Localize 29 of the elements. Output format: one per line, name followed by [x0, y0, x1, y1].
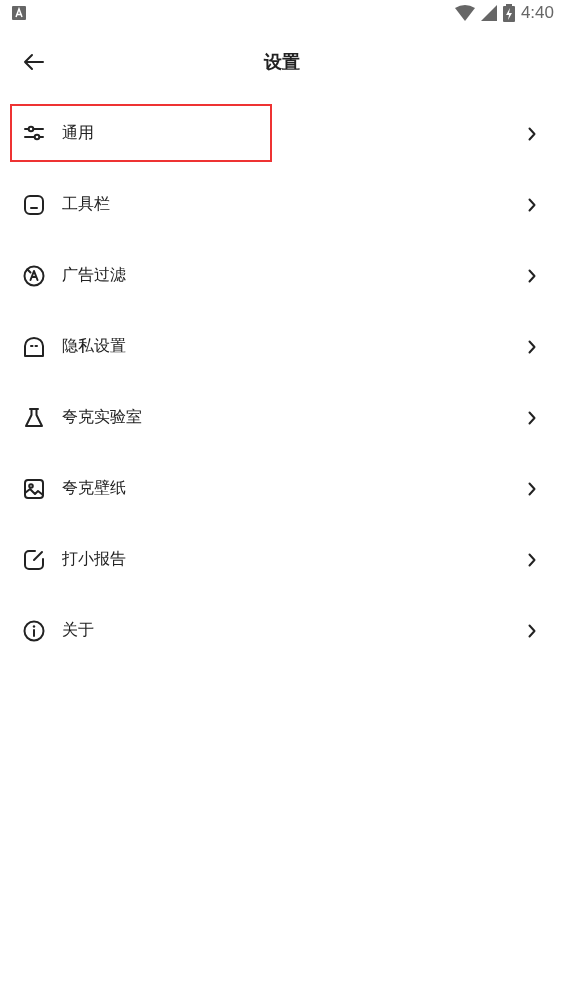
chevron-right-icon	[528, 339, 536, 354]
chevron-right-icon	[528, 126, 536, 141]
signal-icon	[480, 5, 497, 21]
toolbar-icon	[22, 192, 46, 217]
clock-time: 4:40	[520, 3, 554, 23]
chevron-right-icon	[528, 623, 536, 638]
chevron-right-icon	[528, 552, 536, 567]
settings-item[interactable]: 夸克壁纸	[0, 453, 564, 524]
ghost-icon	[22, 334, 46, 359]
notification-icon	[12, 6, 26, 20]
wifi-icon	[454, 5, 475, 21]
ad-block-icon	[22, 263, 46, 288]
settings-item[interactable]: 广告过滤	[0, 240, 564, 311]
page-title: 设置	[264, 50, 300, 74]
flask-icon	[22, 405, 46, 430]
chevron-right-icon	[528, 268, 536, 283]
battery-icon	[502, 4, 515, 22]
settings-item[interactable]: 关于	[0, 595, 564, 666]
edit-icon	[22, 547, 46, 572]
settings-item[interactable]: 隐私设置	[0, 311, 564, 382]
image-icon	[22, 476, 46, 501]
chevron-right-icon	[528, 197, 536, 212]
settings-item[interactable]: 打小报告	[0, 524, 564, 595]
settings-item[interactable]: 工具栏	[0, 169, 564, 240]
chevron-right-icon	[528, 481, 536, 496]
settings-item[interactable]: 夸克实验室	[0, 382, 564, 453]
settings-item[interactable]: 通用	[0, 98, 564, 169]
chevron-right-icon	[528, 410, 536, 425]
info-icon	[22, 618, 46, 643]
